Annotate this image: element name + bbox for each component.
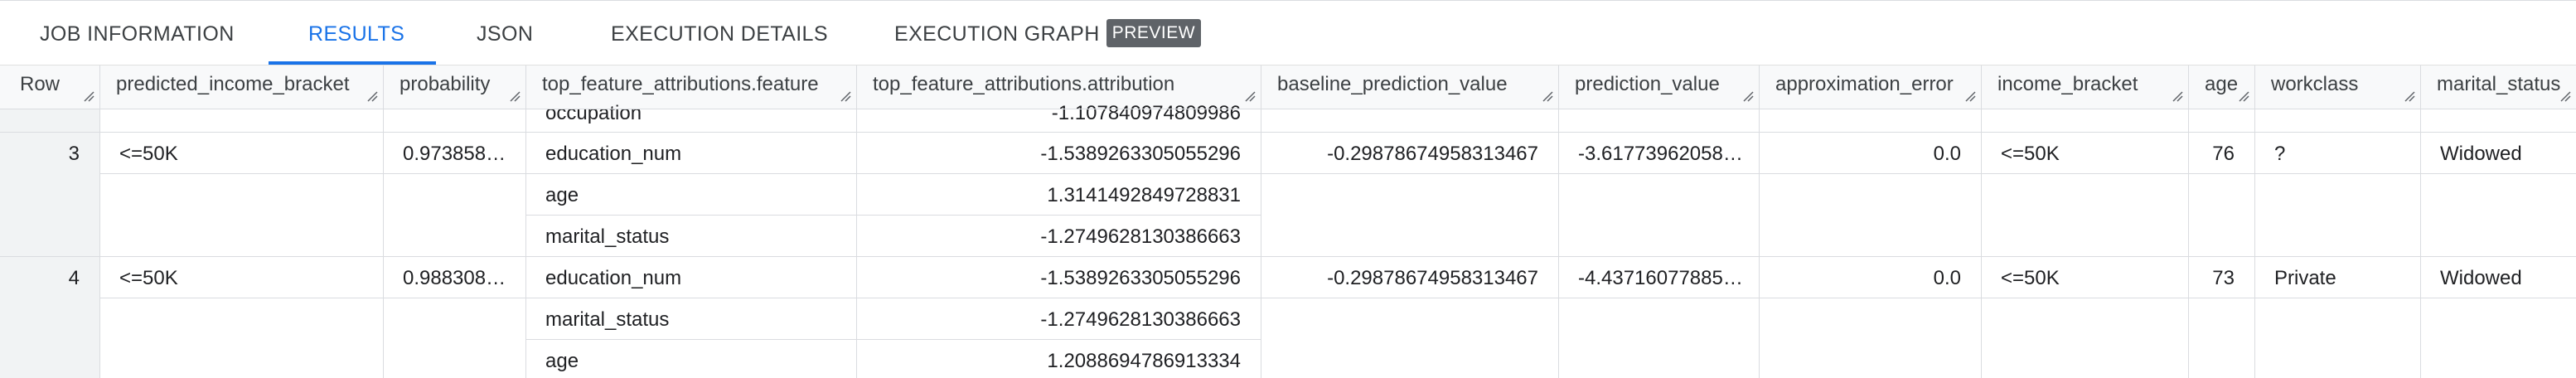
table-cell-feature: marital_status <box>545 308 670 331</box>
table-cell-workclass: Private <box>2274 267 2336 289</box>
table-cell-feature: age <box>545 184 579 206</box>
table-cell-approximation-error: 0.0 <box>1933 143 1961 165</box>
table-cell-income-bracket: <=50K <box>2001 267 2060 289</box>
table-cell-age: 73 <box>2212 267 2235 289</box>
table-cell-attribution: 1.3141492849728831 <box>1047 184 1241 206</box>
table-cell-attribution: 1.2088694786913334 <box>1047 350 1241 372</box>
table-cell-predicted-income-bracket: <=50K <box>119 267 178 289</box>
table-cell-probability: 0.973858… <box>403 143 506 165</box>
table-cell-marital-status: Widowed <box>2440 267 2522 289</box>
table-cell-feature: age <box>545 350 579 372</box>
results-tab-bar: JOB INFORMATION RESULTS JSON EXECUTION D… <box>0 3 2576 66</box>
tab-json[interactable]: JSON <box>477 3 533 65</box>
column-divider <box>1759 65 1760 378</box>
tab-execution-graph-label: EXECUTION GRAPH <box>894 22 1100 46</box>
column-divider <box>2188 65 2189 378</box>
table-cell-prediction-value: -4.43716077885… <box>1578 267 1743 289</box>
table-cell-probability: 0.988308… <box>403 267 506 289</box>
column-divider <box>2420 65 2421 378</box>
table-cell-prediction-value: -3.61773962058… <box>1578 143 1743 165</box>
row-number: 4 <box>68 267 80 289</box>
column-divider <box>1558 65 1559 378</box>
tab-job-information[interactable]: JOB INFORMATION <box>40 3 235 65</box>
table-cell-income-bracket: <=50K <box>2001 143 2060 165</box>
subrow-divider <box>525 339 1261 340</box>
tab-results[interactable]: RESULTS <box>308 3 404 65</box>
column-divider <box>99 65 100 378</box>
table-cell-marital-status: Widowed <box>2440 143 2522 165</box>
column-divider <box>383 65 384 378</box>
table-cell-attribution: -1.5389263305055296 <box>1040 143 1241 165</box>
subrow-divider <box>99 173 2576 174</box>
tab-execution-graph[interactable]: EXECUTION GRAPH PREVIEW <box>894 3 1202 65</box>
preview-badge: PREVIEW <box>1106 19 1202 48</box>
table-cell-attribution: -1.5389263305055296 <box>1040 267 1241 289</box>
table-cell-baseline-prediction-value: -0.29878674958313467 <box>1327 143 1538 165</box>
row-number: 3 <box>68 143 80 165</box>
table-cell-feature: education_num <box>545 267 682 289</box>
results-table: Row predicted_income_bracket probability to… <box>0 65 2576 378</box>
column-divider <box>1981 65 1982 378</box>
subrow-divider <box>525 215 1261 216</box>
table-cell-age: 76 <box>2212 143 2235 165</box>
table-cell-predicted-income-bracket: <=50K <box>119 143 178 165</box>
table-cell-workclass: ? <box>2274 143 2286 165</box>
active-tab-indicator <box>269 61 436 65</box>
table-cell-approximation-error: 0.0 <box>1933 267 1961 289</box>
column-divider <box>2254 65 2255 378</box>
table-cell-attribution: -1.2749628130386663 <box>1040 308 1241 331</box>
row-divider <box>0 256 2576 257</box>
row-divider <box>0 132 2576 133</box>
tab-execution-details[interactable]: EXECUTION DETAILS <box>611 3 828 65</box>
table-cell-feature: education_num <box>545 143 682 165</box>
table-cell-attribution: -1.2749628130386663 <box>1040 225 1241 248</box>
table-cell-baseline-prediction-value: -0.29878674958313467 <box>1327 267 1538 289</box>
table-header-overlay <box>0 65 2576 109</box>
table-cell-feature: marital_status <box>545 225 670 248</box>
